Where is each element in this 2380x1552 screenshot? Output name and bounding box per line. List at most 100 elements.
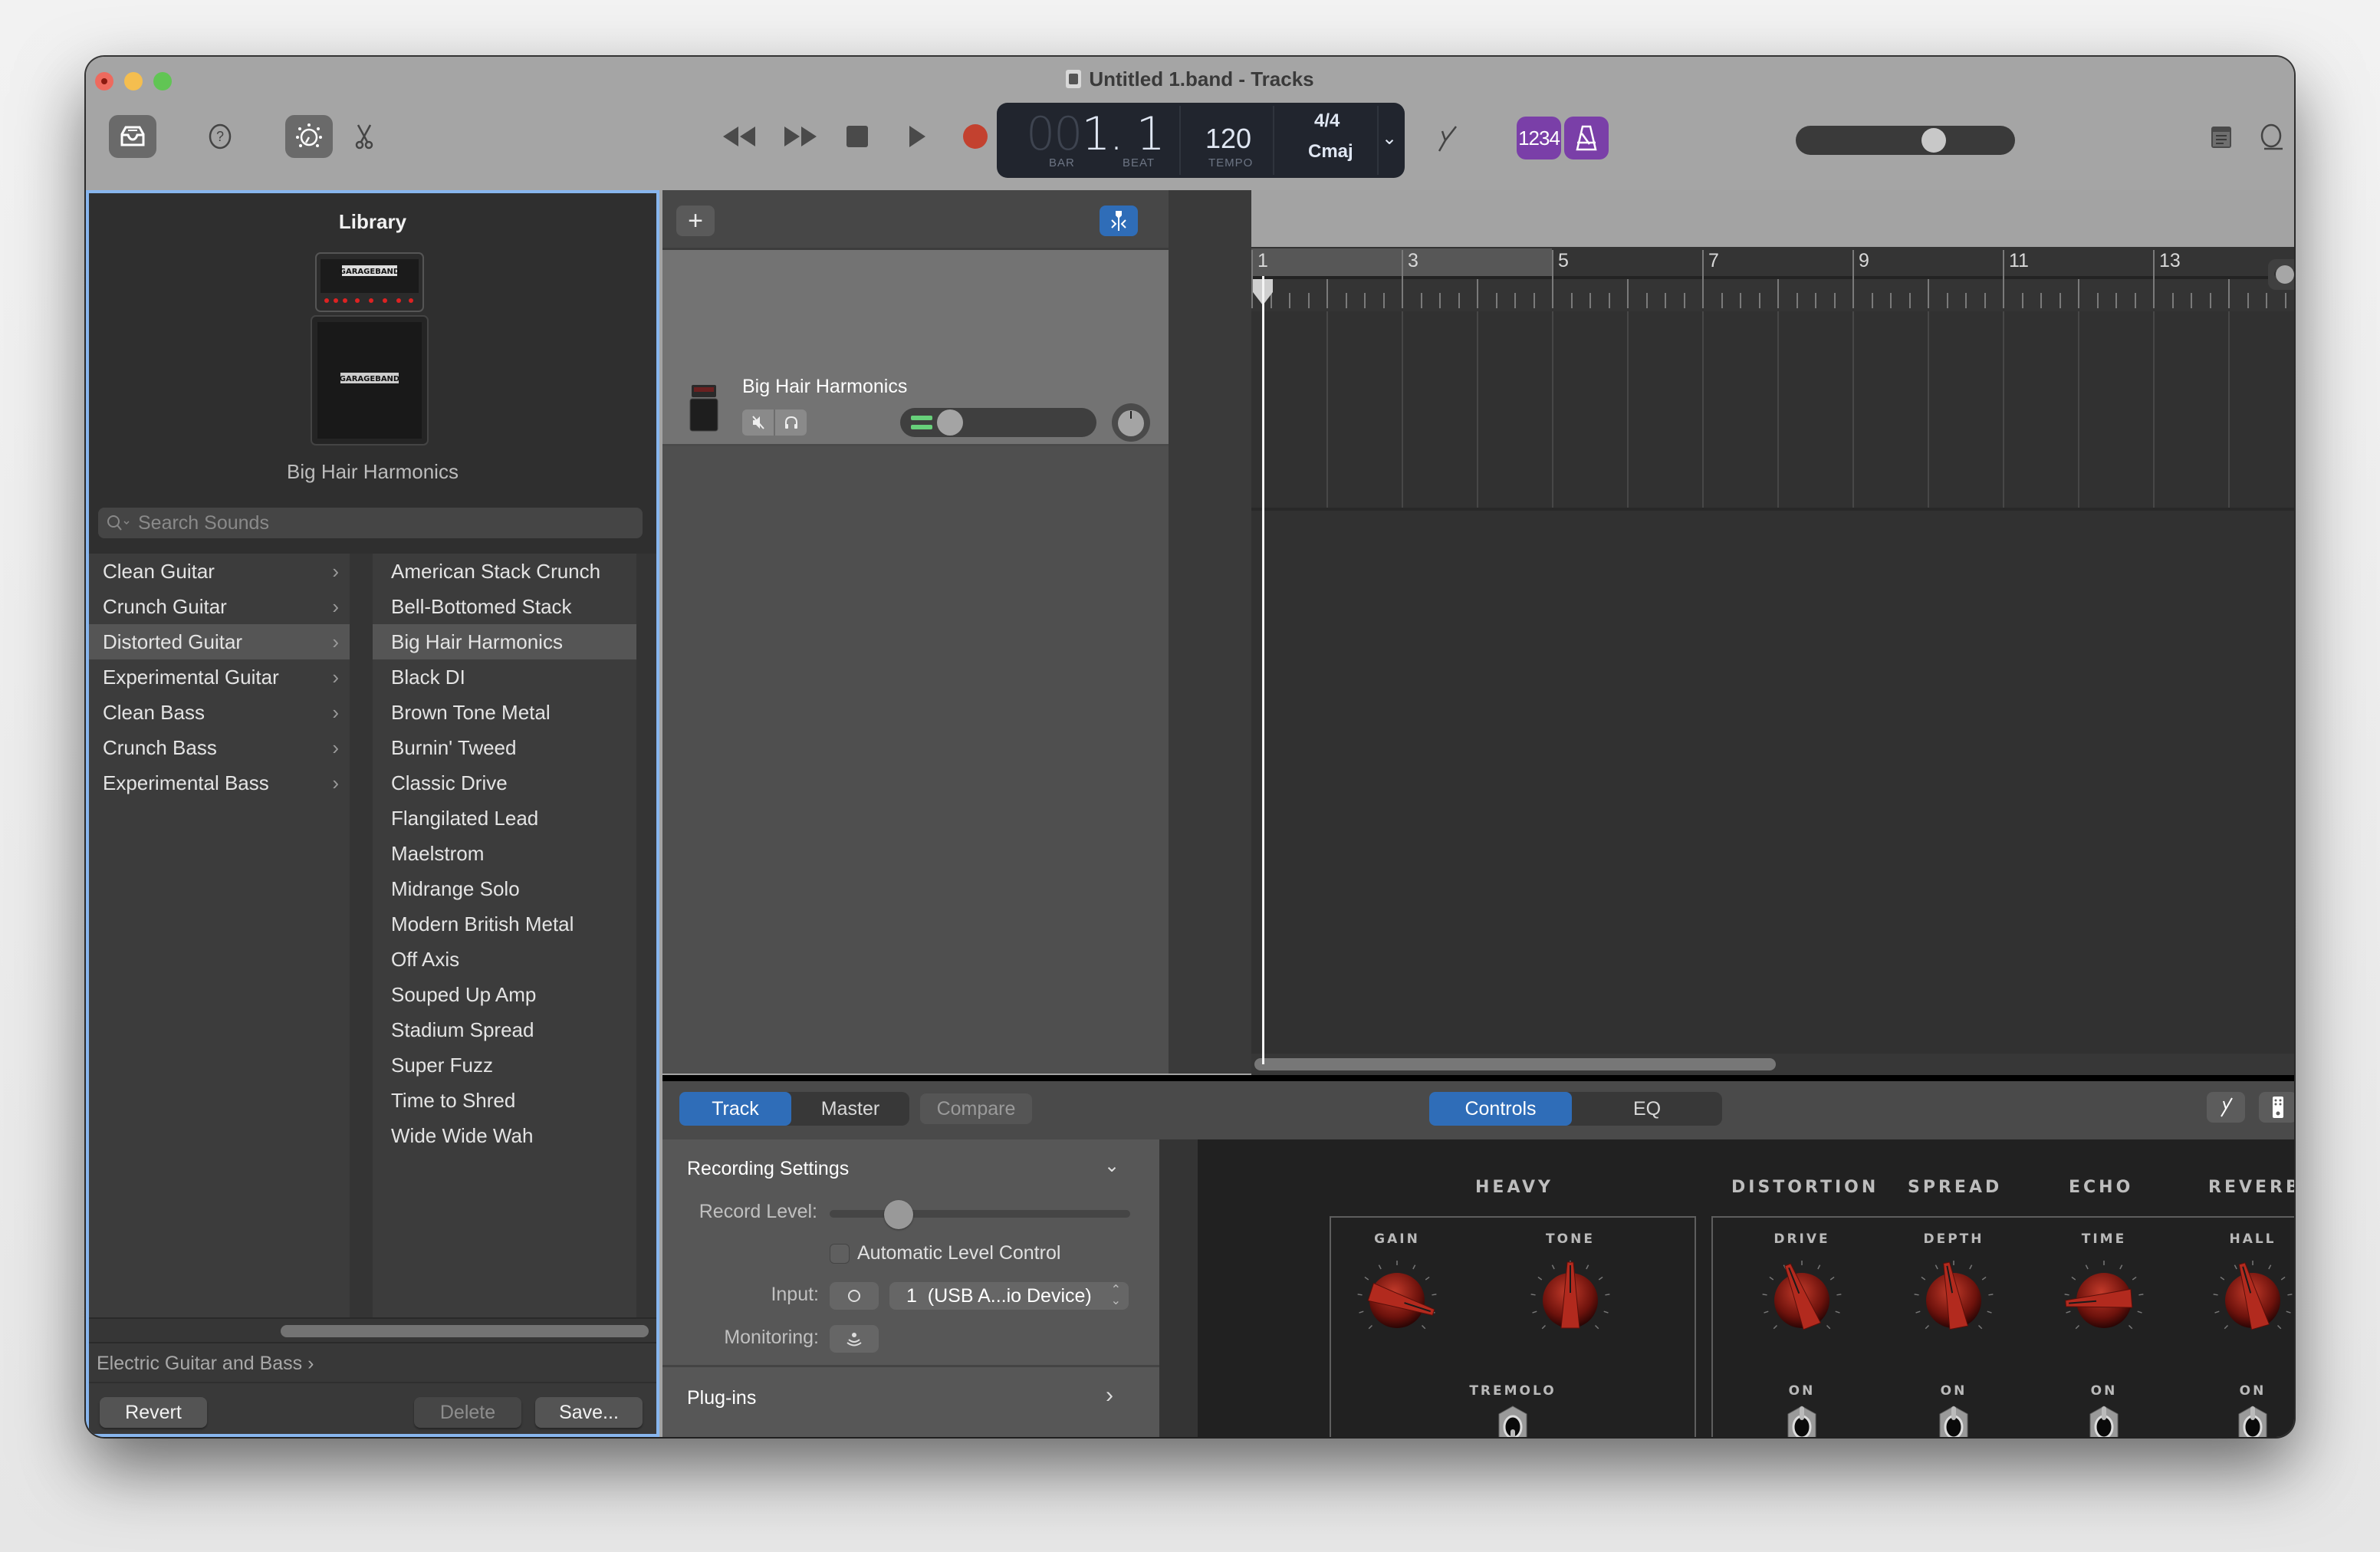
loop-browser-button[interactable] [2253,118,2291,156]
catch-playhead-button[interactable] [1100,206,1138,236]
solo-button[interactable] [774,409,807,436]
save-button[interactable]: Save... [535,1397,643,1428]
patch-item[interactable]: Bell-Bottomed Stack [373,589,636,624]
tab-master[interactable]: Master [791,1092,909,1126]
library-horizontal-scrollbar[interactable] [89,1317,656,1343]
count-in-button[interactable]: 1234 [1517,117,1561,159]
record-level-thumb[interactable] [883,1200,913,1229]
revert-button[interactable]: Revert [100,1397,207,1428]
track-name[interactable]: Big Hair Harmonics [742,376,907,398]
tuner-button-sc[interactable] [2207,1092,2245,1123]
tab-track[interactable]: Track [679,1092,791,1126]
input-format-button[interactable] [830,1282,879,1310]
timeline-scroll-thumb[interactable] [1254,1058,1776,1070]
toggle-switch-tremolo[interactable] [1496,1403,1530,1437]
quick-help-button[interactable]: ? [201,115,239,158]
smart-controls-resize-handle[interactable] [662,1075,2294,1081]
delete-button[interactable]: Delete [414,1397,521,1428]
monitoring-button[interactable] [830,1325,879,1353]
lcd-tempo[interactable]: 120 [1205,123,1251,155]
patch-item[interactable]: Black DI [373,659,636,695]
input-device-popup[interactable]: 1 (USB A...io Device) ⌃ ⌄ [889,1282,1129,1310]
library-button[interactable] [109,115,156,158]
amp-knob-hall[interactable] [2207,1254,2294,1346]
patch-item[interactable]: Brown Tone Metal [373,695,636,730]
amp-knob-drive[interactable] [1756,1254,1848,1346]
play-button[interactable] [902,121,932,152]
track-list-empty-area[interactable] [662,446,1169,1074]
patch-item[interactable]: American Stack Crunch [373,554,636,589]
patch-item[interactable]: Super Fuzz [373,1047,636,1083]
smart-controls-button[interactable] [285,115,333,158]
patch-item[interactable]: Midrange Solo [373,871,636,906]
collapse-chevron-down-icon[interactable]: ⌄ [1104,1155,1119,1177]
record-level-slider[interactable] [830,1200,1130,1229]
track-volume-slider[interactable] [900,408,1096,437]
patch-item[interactable]: Burnin' Tweed [373,730,636,765]
tracks-timeline-area[interactable] [1251,311,2294,1074]
timeline-ruler[interactable]: 13579111315 [1251,247,2294,311]
lcd-time-signature[interactable]: 4/4 [1314,110,1340,132]
plugins-chevron-right-icon[interactable]: › [1106,1383,1113,1409]
tab-controls[interactable]: Controls [1429,1092,1572,1126]
amp-knob-tone[interactable] [1524,1254,1616,1346]
timeline-horizontal-scrollbar[interactable] [1251,1054,2294,1075]
category-item[interactable]: Crunch Guitar › [89,589,350,624]
patch-item[interactable]: Off Axis [373,942,636,977]
category-item[interactable]: Clean Bass › [89,695,350,730]
rewind-button[interactable] [719,121,759,152]
patch-item[interactable]: Stadium Spread [373,1012,636,1047]
note-pad-button[interactable] [2202,118,2240,156]
amp-knob-depth[interactable] [1908,1254,2000,1346]
category-item[interactable]: Experimental Bass › [89,765,350,801]
category-item[interactable]: Experimental Guitar › [89,659,350,695]
toggle-switch-on-2[interactable] [1937,1403,1971,1437]
lcd-mode-chevron-down-icon[interactable]: ⌄ [1382,127,1397,150]
category-item[interactable]: Distorted Guitar › [89,624,350,659]
lcd-key[interactable]: Cmaj [1308,141,1353,163]
fast-forward-button[interactable] [781,121,820,152]
master-volume-slider[interactable] [1796,126,2015,155]
automatic-level-control-checkbox[interactable] [830,1244,850,1264]
toggle-switch-on-1[interactable] [1785,1403,1819,1437]
patch-item[interactable]: Wide Wide Wah [373,1118,636,1153]
compare-button[interactable]: Compare [920,1093,1032,1124]
patch-item[interactable]: Big Hair Harmonics [373,624,636,659]
stop-button[interactable] [842,121,873,152]
toggle-switch-on-3[interactable] [2087,1403,2121,1437]
add-track-button[interactable]: + [676,206,715,236]
track-volume-thumb[interactable] [937,409,963,436]
amp-knob-gain[interactable] [1351,1254,1443,1346]
pedalboard-button[interactable] [2259,1092,2294,1123]
metronome-button[interactable] [1564,117,1609,159]
patch-item[interactable]: Maelstrom [373,836,636,871]
patch-item[interactable]: Flangilated Lead [373,801,636,836]
mute-button[interactable] [742,409,774,436]
patch-item[interactable]: Time to Shred [373,1083,636,1118]
library-scroll-thumb[interactable] [281,1325,649,1337]
track-header[interactable]: Big Hair Harmonics [662,250,1169,446]
tab-eq[interactable]: EQ [1572,1092,1722,1126]
lcd-beat: 1 [1136,107,1165,161]
record-button[interactable] [960,121,991,152]
track-pan-knob[interactable] [1112,403,1150,442]
amp-knob-time[interactable] [2058,1254,2150,1346]
editors-button[interactable] [345,115,383,158]
recording-settings-header[interactable]: Recording Settings [687,1158,849,1180]
patch-item[interactable]: Modern British Metal [373,906,636,942]
zoom-slider-thumb[interactable] [2276,265,2294,284]
patch-item[interactable]: Classic Drive [373,765,636,801]
playhead-line[interactable] [1262,276,1264,1064]
horizontal-zoom-slider[interactable] [2268,259,2294,290]
master-volume-thumb[interactable] [1921,128,1947,153]
lcd-display[interactable]: 001. 1 BAR BEAT 120 TEMPO 4/4 Cmaj ⌄ [997,103,1405,178]
toggle-switch-on-4[interactable] [2236,1403,2270,1437]
category-item[interactable]: Clean Guitar › [89,554,350,589]
column-divider[interactable] [350,554,373,1328]
patch-item[interactable]: Souped Up Amp [373,977,636,1012]
library-path-breadcrumb[interactable]: Electric Guitar and Bass › [89,1343,656,1382]
plugins-row[interactable]: Plug-ins › [662,1365,1159,1434]
search-sounds-field[interactable]: Search Sounds [98,508,643,538]
category-item[interactable]: Crunch Bass › [89,730,350,765]
tuner-button[interactable] [1426,118,1466,158]
